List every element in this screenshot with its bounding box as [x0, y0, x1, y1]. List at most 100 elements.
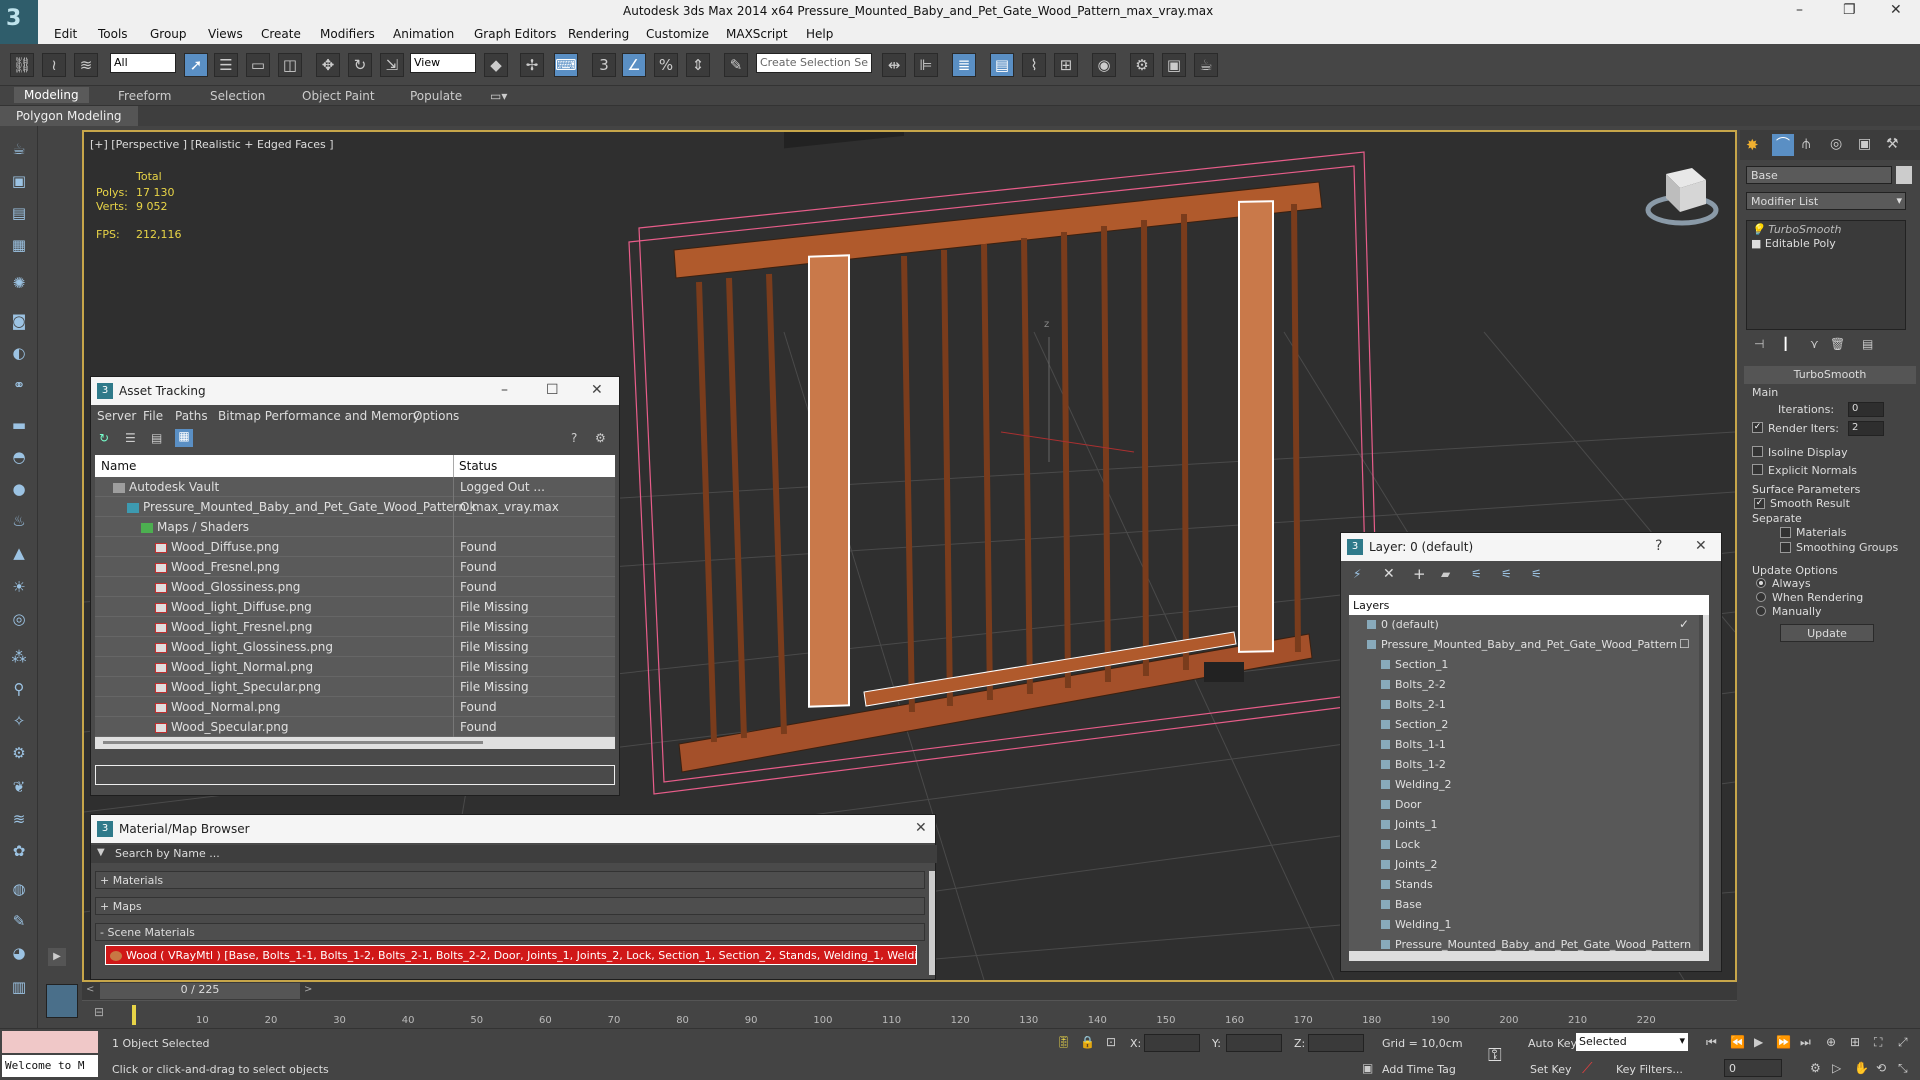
camera-icon[interactable]: ◙ [8, 310, 30, 332]
when-rendering-radio[interactable] [1756, 592, 1766, 602]
horizontal-scrollbar[interactable] [95, 737, 615, 749]
app-logo-icon[interactable]: 3 [0, 0, 38, 44]
stack-item-editable-poly[interactable]: ■ Editable Poly [1751, 237, 1836, 250]
polygon-modeling-label[interactable]: Polygon Modeling [0, 106, 138, 126]
z-coordinate-field[interactable] [1308, 1034, 1364, 1052]
grid-icon[interactable]: ▦ [8, 234, 30, 256]
layer-item[interactable]: Door [1349, 795, 1699, 815]
asset-tracking-titlebar[interactable]: 3 Asset Tracking – ☐ ✕ [91, 377, 619, 405]
layers-icon[interactable]: ▤ [8, 202, 30, 224]
cone-icon[interactable]: ◓ [8, 446, 30, 468]
select-objects-icon[interactable]: ▰ [1441, 567, 1450, 581]
close-icon[interactable]: ✕ [591, 382, 603, 398]
menu-help[interactable]: Help [806, 27, 833, 41]
prev-frame-icon[interactable]: < [86, 984, 94, 995]
zoom-region-icon[interactable]: ⤢ [1898, 1035, 1908, 1050]
biped-icon[interactable]: ✧ [8, 710, 30, 732]
menu-group[interactable]: Group [150, 27, 187, 41]
list-view-icon[interactable]: ☰ [125, 431, 136, 445]
maxscript-listener[interactable] [2, 1031, 98, 1053]
maximize-icon[interactable]: ☐ [546, 382, 559, 398]
y-coordinate-field[interactable] [1226, 1034, 1282, 1052]
hide-all-icon[interactable]: ⚟ [1501, 567, 1512, 581]
spinner-snap-icon[interactable]: ⇕ [686, 53, 710, 77]
add-time-tag[interactable]: Add Time Tag [1382, 1063, 1456, 1076]
manipulate-icon[interactable]: ✢ [520, 53, 544, 77]
select-by-name-icon[interactable]: ☰ [214, 53, 238, 77]
key-filters-button[interactable]: Key Filters... [1616, 1063, 1683, 1076]
asset-path-field[interactable] [95, 765, 615, 785]
section-maps[interactable]: + Maps [95, 897, 925, 915]
layer-h-scrollbar[interactable] [1349, 951, 1709, 961]
rendered-frame-window-icon[interactable]: ▣ [1162, 53, 1186, 77]
window-crossing-icon[interactable]: ◫ [278, 53, 302, 77]
layer-scrollbar[interactable] [1703, 615, 1709, 951]
menu-file[interactable]: File [143, 409, 163, 423]
time-tag-icon[interactable]: ▣ [1362, 1061, 1373, 1075]
layer-item[interactable]: Lock [1349, 835, 1699, 855]
section-scene-materials[interactable]: - Scene Materials [95, 923, 925, 941]
close-icon[interactable]: ✕ [1890, 2, 1902, 18]
torus-icon[interactable]: ◎ [8, 608, 30, 630]
pivot-icon[interactable]: ◆ [484, 53, 508, 77]
align-icon[interactable]: ⊫ [914, 53, 938, 77]
snaps-toggle-icon[interactable]: 3 [592, 53, 616, 77]
mirror-icon[interactable]: ⇹ [882, 53, 906, 77]
layer-item[interactable]: Joints_1 [1349, 815, 1699, 835]
render-production-icon[interactable]: ☕ [1194, 53, 1218, 77]
zoom-icon[interactable]: ⊕ [1826, 1035, 1836, 1049]
turbosmooth-rollout-header[interactable]: TurboSmooth [1744, 366, 1916, 384]
selection-filter-dropdown[interactable]: All [110, 53, 176, 73]
angle-snap-icon[interactable]: ∠ [622, 53, 646, 77]
object-name-field[interactable]: Base [1746, 166, 1892, 184]
maxscript-mini-listener[interactable]: Welcome to M [2, 1055, 98, 1077]
absolute-mode-icon[interactable]: ⊡ [1106, 1035, 1116, 1049]
layer-item[interactable]: Welding_2 [1349, 775, 1699, 795]
tab-object-paint[interactable]: Object Paint [302, 89, 375, 103]
add-to-layer-icon[interactable]: + [1413, 565, 1426, 583]
layer-state-icon[interactable]: ☐ [1679, 637, 1690, 651]
smoothing-groups-checkbox[interactable] [1780, 542, 1791, 553]
menu-bitmap-performance[interactable]: Bitmap Performance and Memory [218, 409, 420, 423]
create-tab-icon[interactable]: ✸ [1746, 136, 1759, 154]
set-keys-icon[interactable]: ⟋ [1582, 1059, 1593, 1077]
menu-animation[interactable]: Animation [393, 27, 454, 41]
reference-coord-dropdown[interactable]: View [410, 53, 476, 73]
utilities-tab-icon[interactable]: ⚒ [1886, 136, 1899, 152]
manually-radio[interactable] [1756, 606, 1766, 616]
archive-icon[interactable]: ▥ [8, 976, 30, 998]
set-key-button[interactable]: Set Key [1530, 1063, 1572, 1076]
make-unique-icon[interactable]: ⋎ [1810, 337, 1819, 351]
update-button[interactable]: Update [1780, 624, 1874, 642]
asset-row[interactable]: Wood_Specular.png Found [95, 717, 615, 737]
asset-row[interactable]: Wood_Glossiness.png Found [95, 577, 615, 597]
hair-icon[interactable]: ≋ [8, 808, 30, 830]
rect-selection-icon[interactable]: ▭ [246, 53, 270, 77]
tab-populate[interactable]: Populate [410, 89, 462, 103]
link-icon[interactable]: ⛓ [10, 53, 34, 77]
auto-key-button[interactable]: Auto Key [1528, 1037, 1577, 1050]
render-env-icon[interactable]: ◕ [8, 942, 30, 964]
script-icon[interactable]: ✎ [8, 910, 30, 932]
menu-modifiers[interactable]: Modifiers [320, 27, 375, 41]
configure-sets-icon[interactable]: ▤ [1862, 337, 1873, 351]
tab-modeling[interactable]: Modeling [14, 87, 89, 103]
asset-row[interactable]: Pressure_Mounted_Baby_and_Pet_Gate_Wood_… [95, 497, 615, 517]
section-materials[interactable]: + Materials [95, 871, 925, 889]
render-icon[interactable]: ▣ [8, 170, 30, 192]
tab-freeform[interactable]: Freeform [118, 89, 171, 103]
edit-named-selection-icon[interactable]: ✎ [724, 53, 748, 77]
menu-rendering[interactable]: Rendering [568, 27, 629, 41]
toggle-ribbon-icon[interactable]: ▤ [990, 53, 1014, 77]
asset-row[interactable]: Wood_light_Glossiness.png File Missing [95, 637, 615, 657]
play-icon[interactable]: ▶ [1754, 1035, 1763, 1049]
help-icon[interactable]: ? [1655, 538, 1662, 554]
layer-dialog-titlebar[interactable]: 3 Layer: 0 (default) ? ✕ [1341, 533, 1721, 561]
named-selection-dropdown[interactable]: Create Selection Se [756, 53, 872, 73]
selection-lock-icon[interactable]: 🔒 [1080, 1035, 1095, 1049]
go-to-end-icon[interactable]: ⏭ [1800, 1035, 1811, 1050]
layer-item[interactable]: 0 (default) ✓ [1349, 615, 1699, 635]
menu-options[interactable]: Options [413, 409, 459, 423]
keyboard-shortcut-icon[interactable]: ⌨ [554, 53, 578, 77]
teapot-icon[interactable]: ☕ [8, 138, 30, 160]
